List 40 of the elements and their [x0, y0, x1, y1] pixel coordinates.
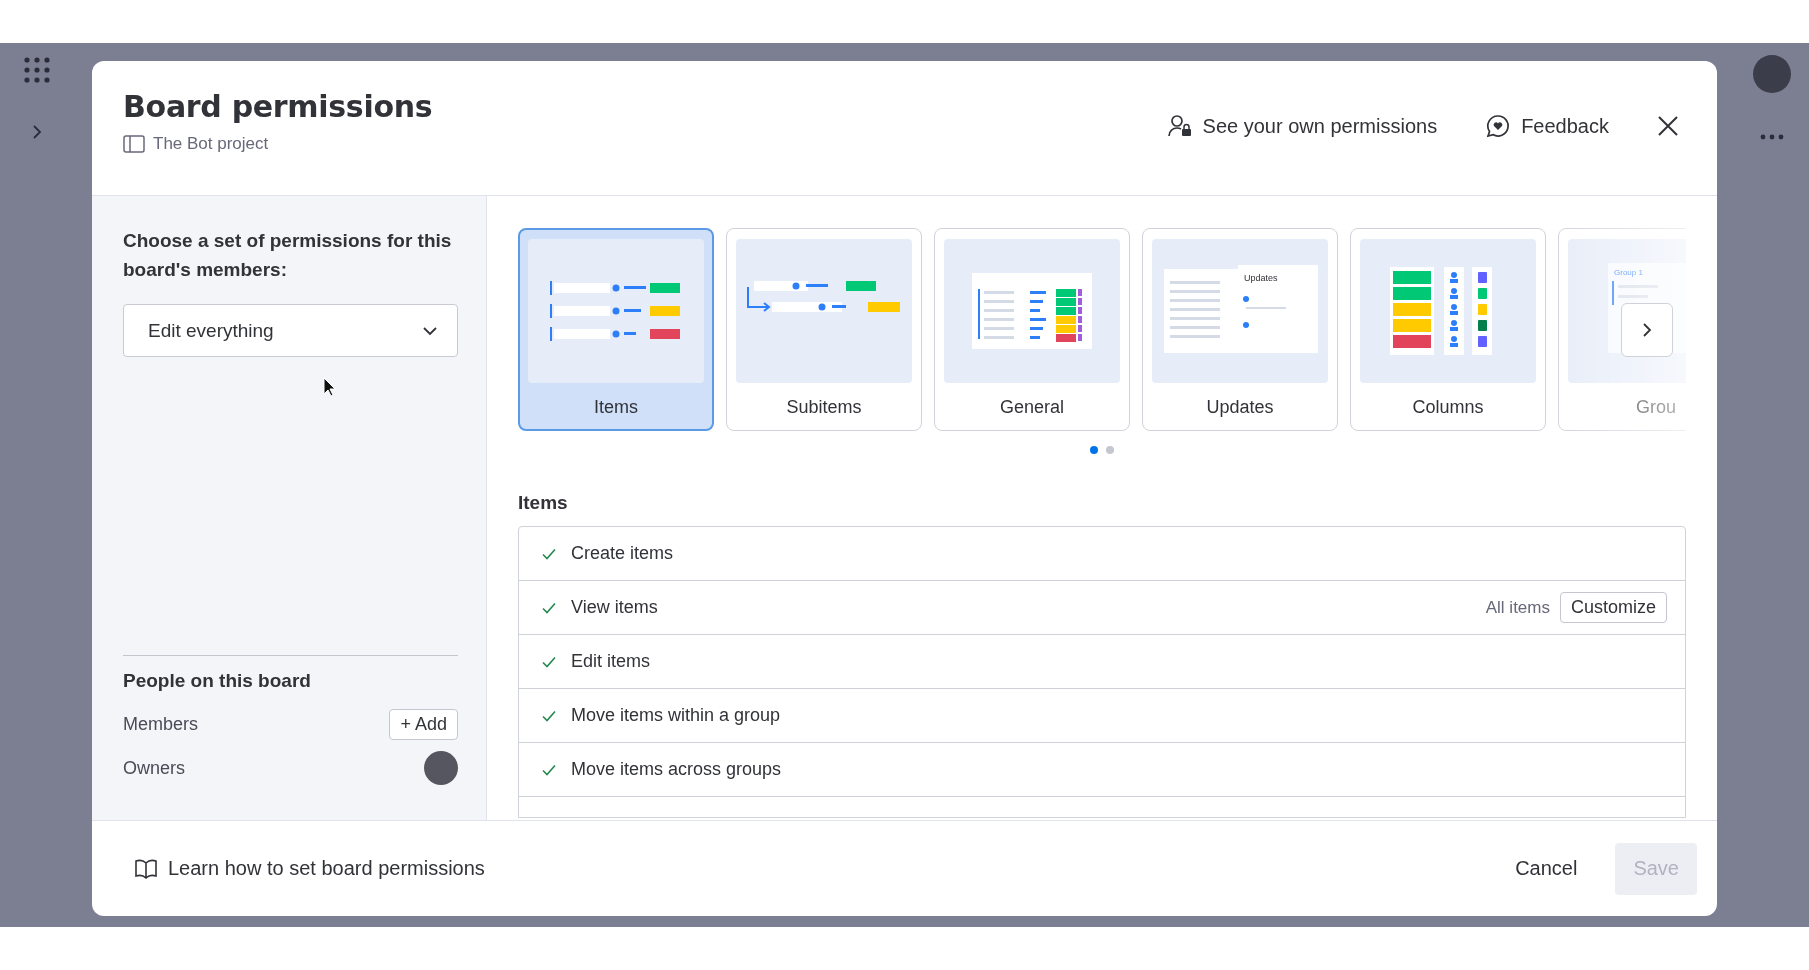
category-card[interactable]: Items [518, 228, 714, 431]
help-link[interactable]: Learn how to set board permissions [134, 857, 485, 880]
user-avatar[interactable] [1753, 55, 1791, 93]
customize-button[interactable]: Customize [1559, 592, 1667, 623]
permission-scope: All items [1485, 597, 1550, 618]
permission-set-dropdown[interactable]: Edit everything [123, 304, 458, 357]
apps-grid-icon[interactable] [22, 55, 52, 85]
own-permissions-button[interactable]: See your own permissions [1162, 109, 1442, 143]
cancel-button[interactable]: Cancel [1497, 842, 1596, 895]
more-icon[interactable] [1759, 133, 1785, 141]
board-icon [123, 135, 145, 153]
person-lock-icon [1166, 113, 1193, 139]
dialog-title: Board permissions [123, 89, 433, 124]
permission-label: Create items [571, 543, 675, 564]
thumbnail-caption: Group 1 [1614, 268, 1643, 277]
open-book-icon [134, 857, 158, 880]
permission-label: Move items across groups [571, 759, 783, 780]
feedback-button[interactable]: Feedback [1481, 109, 1613, 143]
chevron-right-icon [1640, 323, 1654, 337]
mouse-pointer-icon [323, 377, 337, 397]
section-heading: Items [518, 492, 569, 514]
add-member-button[interactable]: + Add [389, 708, 458, 740]
chevron-right-icon[interactable] [30, 125, 44, 139]
pager-dot[interactable] [1106, 446, 1114, 454]
permission-label: Edit items [571, 651, 652, 672]
board-name: The Bot project [153, 134, 269, 154]
permissions-prompt: Choose a set of permissions for this board's members: [123, 229, 453, 282]
owner-avatar[interactable] [424, 751, 458, 785]
category-card[interactable]: Updates Updates [1142, 228, 1338, 431]
people-label: Owners [123, 757, 185, 779]
people-heading: People on this board [123, 670, 312, 692]
category-card[interactable]: General [934, 228, 1130, 431]
permission-label: View items [571, 597, 659, 618]
people-label: Members [123, 713, 198, 735]
category-card[interactable]: Subitems [726, 228, 922, 431]
permission-label: Move items within a group [571, 705, 782, 726]
speech-bubble-heart-icon [1485, 113, 1512, 139]
pager-dot[interactable] [1090, 446, 1098, 454]
thumbnail-caption: Updates [1244, 273, 1278, 283]
category-card[interactable]: Columns [1350, 228, 1546, 431]
